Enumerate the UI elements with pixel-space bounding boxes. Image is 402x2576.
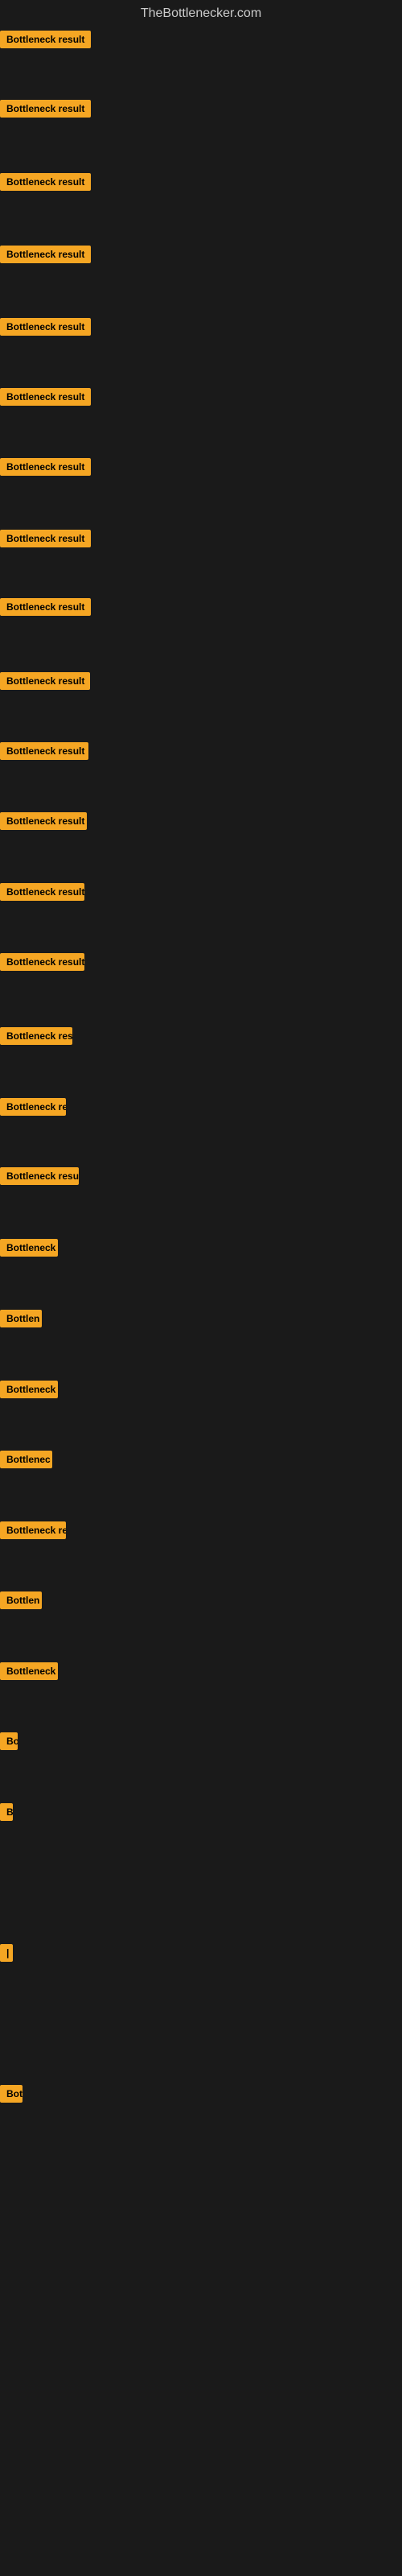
bottleneck-badge[interactable]: Bottlen: [0, 1591, 42, 1609]
bottleneck-badge[interactable]: B: [0, 1803, 13, 1821]
site-title-bar: TheBottlenecker.com: [0, 0, 402, 31]
bottleneck-badge[interactable]: Bottleneck result: [0, 458, 91, 476]
bottleneck-badge[interactable]: Bottleneck re: [0, 1521, 66, 1539]
bottleneck-badge[interactable]: Bottleneck result: [0, 598, 91, 616]
bottleneck-badge[interactable]: Bottleneck: [0, 1662, 58, 1680]
bottleneck-badge[interactable]: Bottleneck result: [0, 388, 91, 406]
bottleneck-badge[interactable]: Bot: [0, 2085, 23, 2103]
bottleneck-list: Bottleneck result Bottleneck result Bottle…: [0, 31, 402, 2566]
bottleneck-badge[interactable]: Bo: [0, 1732, 18, 1750]
bottleneck-badge[interactable]: Bottleneck result: [0, 31, 91, 48]
bottleneck-badge[interactable]: Bottleneck result: [0, 100, 91, 118]
bottleneck-badge[interactable]: Bottleneck result: [0, 318, 91, 336]
bottleneck-badge[interactable]: Bottlen: [0, 1310, 42, 1327]
site-title: TheBottlenecker.com: [0, 0, 402, 31]
bottleneck-badge[interactable]: Bottleneck re: [0, 1098, 66, 1116]
bottleneck-badge[interactable]: Bottleneck result: [0, 246, 91, 263]
bottleneck-badge[interactable]: |: [0, 1944, 13, 1962]
bottleneck-badge[interactable]: Bottleneck result: [0, 173, 91, 191]
bottleneck-badge[interactable]: Bottleneck result: [0, 953, 84, 971]
bottleneck-badge[interactable]: Bottleneck result: [0, 883, 84, 901]
bottleneck-badge[interactable]: Bottleneck result: [0, 812, 87, 830]
bottleneck-badge[interactable]: Bottleneck: [0, 1239, 58, 1257]
bottleneck-badge[interactable]: Bottleneck result: [0, 672, 90, 690]
bottleneck-badge[interactable]: Bottleneck result: [0, 530, 91, 547]
bottleneck-badge[interactable]: Bottlenec: [0, 1451, 52, 1468]
bottleneck-badge[interactable]: Bottleneck result: [0, 742, 88, 760]
bottleneck-badge[interactable]: Bottleneck resul: [0, 1167, 79, 1185]
bottleneck-badge[interactable]: Bottleneck: [0, 1381, 58, 1398]
bottleneck-badge[interactable]: Bottleneck result: [0, 1027, 72, 1045]
